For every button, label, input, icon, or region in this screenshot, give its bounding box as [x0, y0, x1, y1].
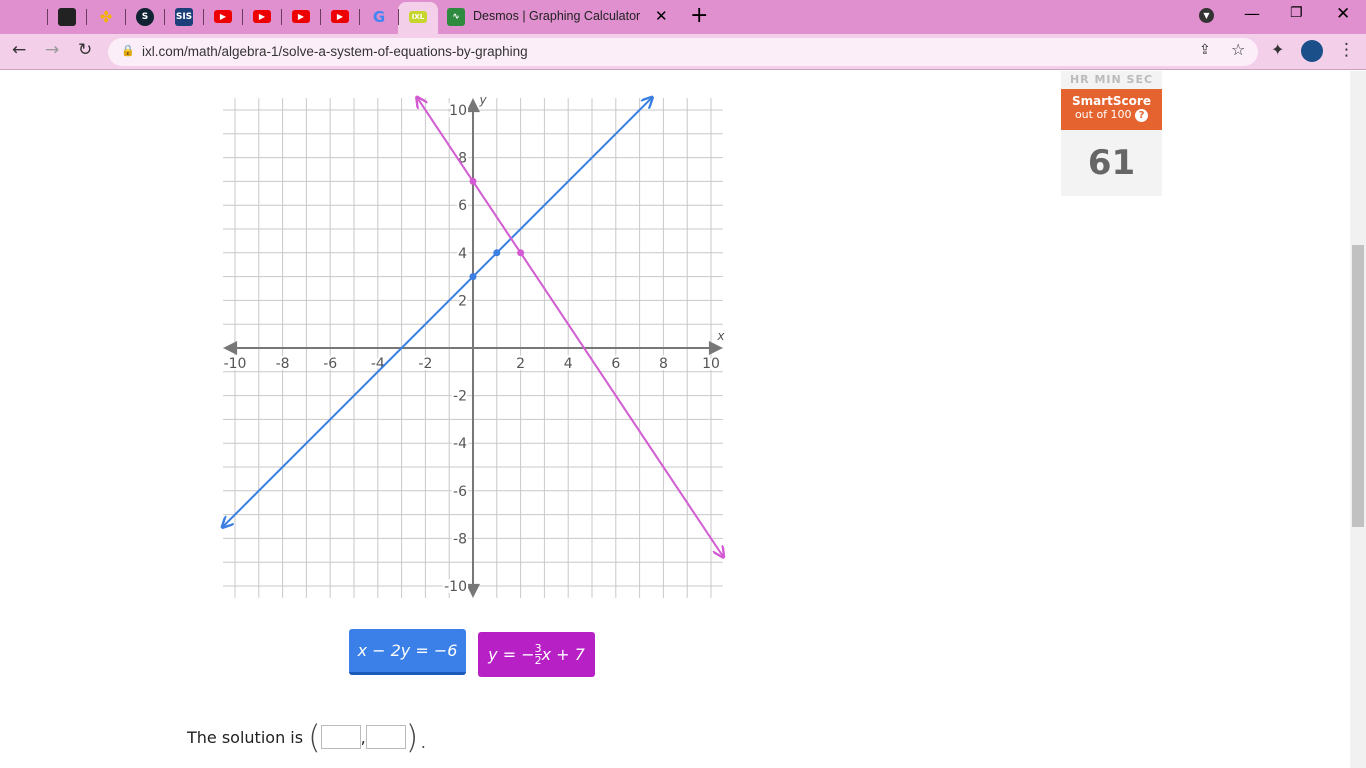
y-tick-label: -4	[453, 436, 467, 452]
y-tick-label: 2	[458, 293, 467, 309]
pink-line-point	[469, 177, 477, 185]
close-window-icon[interactable]: ✕	[1336, 4, 1350, 24]
youtube-icon[interactable]: ▶	[292, 10, 310, 23]
y-tick-label: 10	[449, 103, 467, 119]
blue-line	[223, 98, 651, 526]
lock-icon[interactable]: 🔒	[121, 44, 135, 57]
x-tick-label: 8	[659, 356, 668, 372]
extensions-icon[interactable]: ✦	[1271, 40, 1284, 59]
solution-y-input[interactable]	[365, 725, 406, 749]
close-paren: ).	[405, 718, 429, 756]
tab-desmos-title[interactable]: Desmos | Graphing Calculator	[473, 9, 640, 23]
tab-separator	[125, 9, 126, 25]
desmos-icon: ∿	[447, 8, 465, 26]
tab-separator	[203, 9, 204, 25]
x-tick-label: -8	[276, 356, 290, 372]
bookmark-star-icon[interactable]: ☆	[1231, 40, 1245, 59]
y-axis-arrow-down	[466, 583, 480, 598]
y-tick-label: -10	[444, 579, 467, 595]
pink-line-point	[517, 249, 525, 257]
solution-x-input[interactable]	[320, 725, 361, 749]
coordinate-graph[interactable]: -10 -8 -6 -4 -2 2 4 6 8 10108642-2-4-6-8-10xy	[215, 91, 735, 621]
pinwheel-icon[interactable]: ✤	[97, 8, 115, 26]
x-axis-arrow-right	[708, 341, 723, 355]
blue-line-point	[469, 273, 477, 281]
smartscore-value: 61	[1087, 143, 1136, 183]
ixl-icon[interactable]: IXL	[409, 11, 427, 23]
smartscore-subtitle: out of 100	[1074, 108, 1132, 121]
help-icon[interactable]: ?	[1135, 109, 1149, 122]
tab-separator	[47, 9, 48, 25]
tab-separator	[398, 9, 399, 25]
profile-avatar[interactable]	[1301, 40, 1323, 62]
url-text[interactable]: ixl.com/math/algebra-1/solve-a-system-of…	[142, 44, 528, 59]
x-tick-label: -6	[323, 356, 337, 372]
menu-icon[interactable]: ⋮	[1338, 40, 1355, 60]
x-tick-label: -10	[224, 356, 247, 372]
close-tab-icon[interactable]: ✕	[655, 7, 668, 25]
page-content: HR MIN SEC SmartScore out of 100 ? 61 -1…	[0, 71, 1350, 768]
x-tick-label: -2	[418, 356, 432, 372]
back-icon[interactable]: ←	[12, 40, 26, 60]
pink-eq-denominator: 2	[534, 654, 542, 667]
tab-separator	[242, 9, 243, 25]
restore-icon[interactable]: ❐	[1290, 5, 1303, 21]
tab-separator	[359, 9, 360, 25]
smartscore-panel: HR MIN SEC SmartScore out of 100 ? 61	[1061, 71, 1162, 196]
x-tick-label: 6	[611, 356, 620, 372]
s-icon[interactable]: S	[136, 8, 154, 26]
y-tick-label: 4	[458, 246, 467, 262]
x-tick-label: -4	[371, 356, 385, 372]
tab-separator	[86, 9, 87, 25]
blue-line-point	[493, 249, 501, 257]
sis-icon[interactable]: SIS	[175, 8, 193, 26]
youtube-icon[interactable]: ▶	[253, 10, 271, 23]
pink-equation-button[interactable]: y = −3 2 x + 7	[478, 632, 595, 677]
y-axis-arrow-up	[466, 98, 480, 113]
tab-separator	[281, 9, 282, 25]
tab-bar: ✤ S SIS ▶ ▶ ▶ ▶ G IXL ∿ Desmos | Graphing Calcul…	[0, 0, 1366, 34]
blue-equation-text: x − 2y = −6	[357, 641, 458, 660]
forward-icon[interactable]: →	[45, 40, 59, 60]
share-icon[interactable]: ⇪	[1199, 42, 1211, 58]
x-tick-label: 10	[702, 356, 720, 372]
y-tick-label: 6	[458, 198, 467, 214]
x-axis-arrow-left	[223, 341, 238, 355]
pink-eq-suffix: x + 7	[541, 645, 585, 664]
y-tick-label: -6	[453, 484, 467, 500]
x-axis-label: x	[716, 329, 725, 343]
pink-eq-prefix: y = −	[488, 645, 535, 664]
smartscore-header: SmartScore out of 100 ?	[1061, 89, 1162, 130]
open-paren: (	[308, 718, 321, 756]
x-tick-label: 2	[516, 356, 525, 372]
youtube-icon[interactable]: ▶	[214, 10, 232, 23]
minimize-icon[interactable]: —	[1244, 4, 1260, 23]
blue-equation-button[interactable]: x − 2y = −6	[349, 629, 466, 675]
y-axis-label: y	[478, 93, 487, 107]
vertical-scrollbar[interactable]	[1350, 71, 1366, 768]
tab-separator	[320, 9, 321, 25]
tab-search-icon[interactable]: ▼	[1199, 8, 1214, 23]
y-tick-label: -8	[453, 531, 467, 547]
x-tick-label: 4	[564, 356, 573, 372]
browser-toolbar: ← → ↻ 🔒 ixl.com/math/algebra-1/solve-a-s…	[0, 34, 1366, 70]
y-tick-label: -2	[453, 389, 467, 405]
youtube-icon[interactable]: ▶	[331, 10, 349, 23]
smartscore-title: SmartScore	[1072, 94, 1151, 108]
new-tab-icon[interactable]: +	[690, 3, 708, 28]
reload-icon[interactable]: ↻	[78, 40, 92, 60]
timer-labels: HR MIN SEC	[1069, 73, 1154, 86]
cf-icon[interactable]	[58, 8, 76, 26]
google-icon[interactable]: G	[370, 8, 388, 26]
scrollbar-thumb[interactable]	[1352, 245, 1364, 527]
tab-separator	[164, 9, 165, 25]
solution-label: The solution is	[187, 727, 304, 747]
solution-row: The solution is ( , ).	[187, 721, 428, 753]
